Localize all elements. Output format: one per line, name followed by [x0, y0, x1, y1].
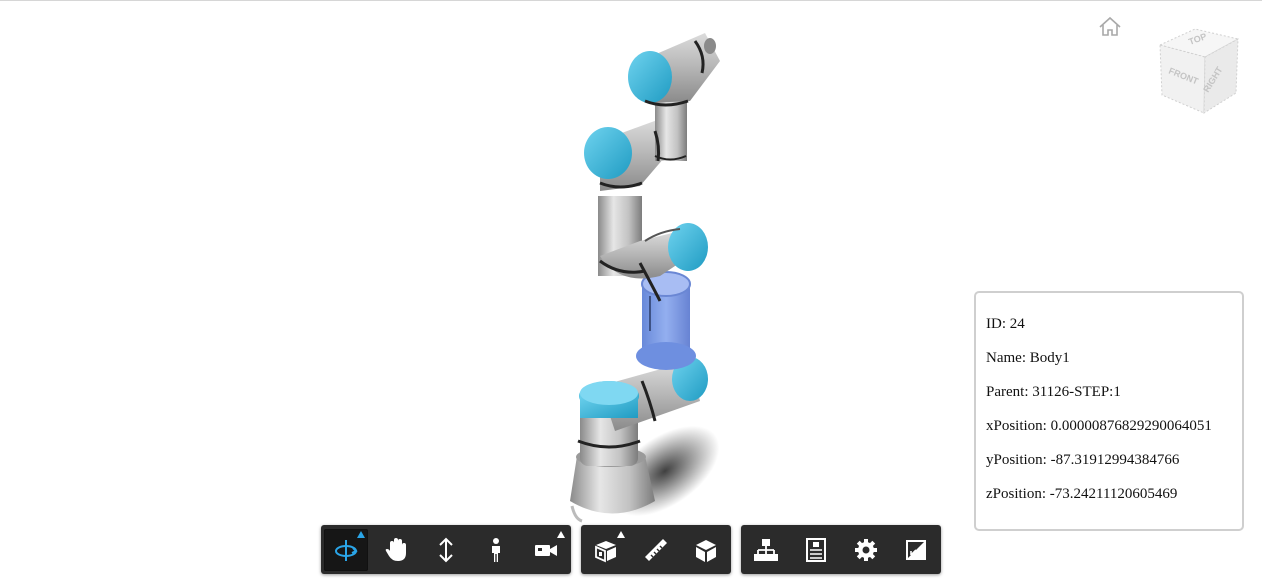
camera-icon [535, 544, 557, 556]
orbit-button[interactable] [324, 528, 368, 571]
zoom-button[interactable] [424, 529, 468, 571]
navigation-toolbar [321, 525, 571, 574]
properties-panel: ID: 24 Name: Body1 Parent: 31126-STEP:1 … [974, 291, 1244, 531]
home-view-button[interactable] [1097, 15, 1123, 39]
model-tree-icon [754, 538, 778, 561]
property-x-position: xPosition: 0.00000876829290064051 [986, 418, 1212, 434]
properties-button[interactable] [794, 529, 838, 571]
property-y-position: yPosition: -87.31912994384766 [986, 452, 1180, 468]
pan-hand-icon [385, 537, 406, 561]
orbit-icon [335, 539, 358, 561]
property-parent: Parent: 31126-STEP:1 [986, 384, 1121, 400]
walk-button[interactable] [474, 529, 518, 571]
walk-person-icon [492, 537, 500, 562]
submenu-indicator [357, 530, 365, 538]
pan-button[interactable] [374, 529, 418, 571]
measure-button[interactable] [634, 529, 678, 571]
settings-gear-icon [855, 538, 877, 561]
property-id: ID: 24 [986, 316, 1025, 332]
zoom-arrows-icon [439, 537, 453, 562]
explode-button[interactable] [584, 529, 628, 571]
home-icon [1099, 16, 1121, 36]
modeling-toolbar [581, 525, 731, 574]
submenu-indicator [557, 530, 565, 538]
fullscreen-icon [906, 539, 926, 560]
view-cube[interactable]: TOP FRONT RIGHT [1150, 25, 1246, 121]
properties-panel-icon [806, 537, 826, 562]
settings-button[interactable] [844, 529, 888, 571]
measure-ruler-icon [645, 538, 667, 561]
camera-button[interactable] [524, 529, 568, 571]
property-z-position: zPosition: -73.24211120605469 [986, 486, 1178, 502]
property-name: Name: Body1 [986, 350, 1070, 366]
submenu-indicator [617, 530, 625, 538]
section-box-icon [696, 539, 716, 562]
section-button[interactable] [684, 529, 728, 571]
explode-cube-icon [595, 540, 616, 562]
model-browser-button[interactable] [744, 529, 788, 571]
settings-toolbar [741, 525, 941, 574]
fullscreen-button[interactable] [894, 529, 938, 571]
